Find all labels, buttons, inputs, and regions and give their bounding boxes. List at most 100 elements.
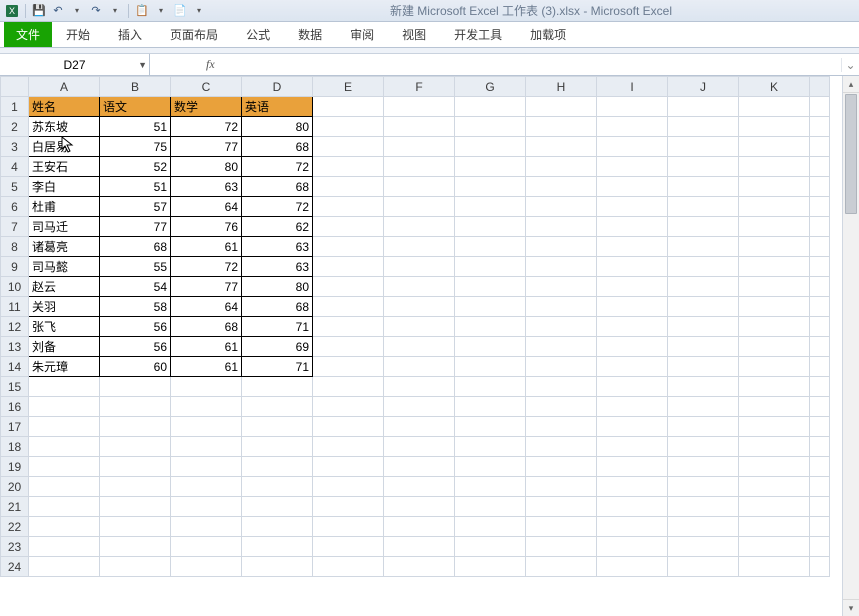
cell[interactable]	[810, 557, 830, 577]
cell[interactable]	[526, 477, 597, 497]
cell[interactable]	[455, 157, 526, 177]
cell[interactable]	[313, 137, 384, 157]
cell[interactable]: 刘备	[29, 337, 100, 357]
cell[interactable]	[313, 357, 384, 377]
cell[interactable]	[739, 97, 810, 117]
cell[interactable]	[810, 217, 830, 237]
cell[interactable]	[668, 277, 739, 297]
cell[interactable]	[313, 157, 384, 177]
cell[interactable]	[313, 97, 384, 117]
tab-review[interactable]: 审阅	[336, 22, 388, 47]
cell[interactable]	[526, 157, 597, 177]
cell[interactable]: 75	[100, 137, 171, 157]
cell[interactable]	[810, 337, 830, 357]
spreadsheet-grid[interactable]: ABCDEFGHIJK1姓名语文数学英语2苏东坡5172803白居易757768…	[0, 76, 830, 577]
column-header[interactable]: H	[526, 77, 597, 97]
cell[interactable]	[739, 197, 810, 217]
cell[interactable]	[739, 517, 810, 537]
cell[interactable]	[526, 517, 597, 537]
cell[interactable]	[739, 357, 810, 377]
cell[interactable]	[171, 397, 242, 417]
cell[interactable]: 司马迁	[29, 217, 100, 237]
cell[interactable]: 56	[100, 317, 171, 337]
cell[interactable]	[597, 197, 668, 217]
cell[interactable]	[384, 197, 455, 217]
cell[interactable]	[171, 437, 242, 457]
cell[interactable]	[313, 497, 384, 517]
formula-input[interactable]	[221, 58, 841, 72]
cell[interactable]	[455, 517, 526, 537]
cell[interactable]	[739, 237, 810, 257]
cell[interactable]	[455, 557, 526, 577]
row-header[interactable]: 1	[1, 97, 29, 117]
cell[interactable]	[455, 117, 526, 137]
cell[interactable]	[597, 157, 668, 177]
cell[interactable]	[455, 217, 526, 237]
row-header[interactable]: 20	[1, 477, 29, 497]
cell[interactable]	[668, 437, 739, 457]
cell[interactable]	[384, 117, 455, 137]
cell[interactable]	[455, 277, 526, 297]
cell[interactable]	[313, 177, 384, 197]
row-header[interactable]: 13	[1, 337, 29, 357]
cell[interactable]	[100, 517, 171, 537]
cell[interactable]	[242, 457, 313, 477]
cell[interactable]	[100, 397, 171, 417]
cell[interactable]	[810, 457, 830, 477]
save-icon[interactable]: 💾	[31, 3, 47, 19]
cell[interactable]	[739, 317, 810, 337]
cell[interactable]	[313, 457, 384, 477]
cell[interactable]: 赵云	[29, 277, 100, 297]
cell[interactable]: 51	[100, 117, 171, 137]
cell[interactable]	[455, 237, 526, 257]
cell[interactable]	[313, 317, 384, 337]
cell[interactable]: 张飞	[29, 317, 100, 337]
row-header[interactable]: 2	[1, 117, 29, 137]
cell[interactable]: 80	[242, 117, 313, 137]
cell[interactable]	[526, 397, 597, 417]
cell[interactable]	[313, 397, 384, 417]
cell[interactable]	[313, 377, 384, 397]
column-header[interactable]: F	[384, 77, 455, 97]
cell[interactable]	[597, 277, 668, 297]
cell[interactable]	[242, 557, 313, 577]
cell[interactable]: 64	[171, 197, 242, 217]
cell[interactable]	[668, 197, 739, 217]
cell[interactable]	[455, 477, 526, 497]
cell[interactable]	[171, 537, 242, 557]
cell[interactable]	[100, 377, 171, 397]
cell[interactable]: 57	[100, 197, 171, 217]
cell[interactable]	[810, 137, 830, 157]
cell[interactable]: 72	[242, 157, 313, 177]
cell[interactable]	[313, 537, 384, 557]
cell[interactable]	[526, 137, 597, 157]
cell[interactable]	[597, 417, 668, 437]
cell[interactable]	[384, 377, 455, 397]
qat-item-icon[interactable]: 📄	[172, 3, 188, 19]
cell[interactable]	[597, 477, 668, 497]
cell[interactable]	[384, 517, 455, 537]
cell[interactable]	[384, 277, 455, 297]
cell[interactable]	[313, 197, 384, 217]
cell[interactable]	[242, 477, 313, 497]
scroll-thumb[interactable]	[845, 94, 857, 214]
cell[interactable]	[739, 477, 810, 497]
cell[interactable]	[810, 377, 830, 397]
cell[interactable]	[739, 437, 810, 457]
cell[interactable]	[668, 377, 739, 397]
cell[interactable]	[313, 117, 384, 137]
cell[interactable]	[739, 377, 810, 397]
cell[interactable]	[810, 97, 830, 117]
cell[interactable]	[668, 137, 739, 157]
cell[interactable]	[526, 557, 597, 577]
cell[interactable]: 苏东坡	[29, 117, 100, 137]
cell[interactable]	[526, 297, 597, 317]
cell[interactable]	[526, 377, 597, 397]
cell[interactable]	[668, 317, 739, 337]
cell[interactable]	[384, 417, 455, 437]
cell[interactable]: 54	[100, 277, 171, 297]
cell[interactable]	[171, 477, 242, 497]
cell[interactable]	[29, 517, 100, 537]
cell[interactable]: 68	[242, 177, 313, 197]
column-header[interactable]: D	[242, 77, 313, 97]
